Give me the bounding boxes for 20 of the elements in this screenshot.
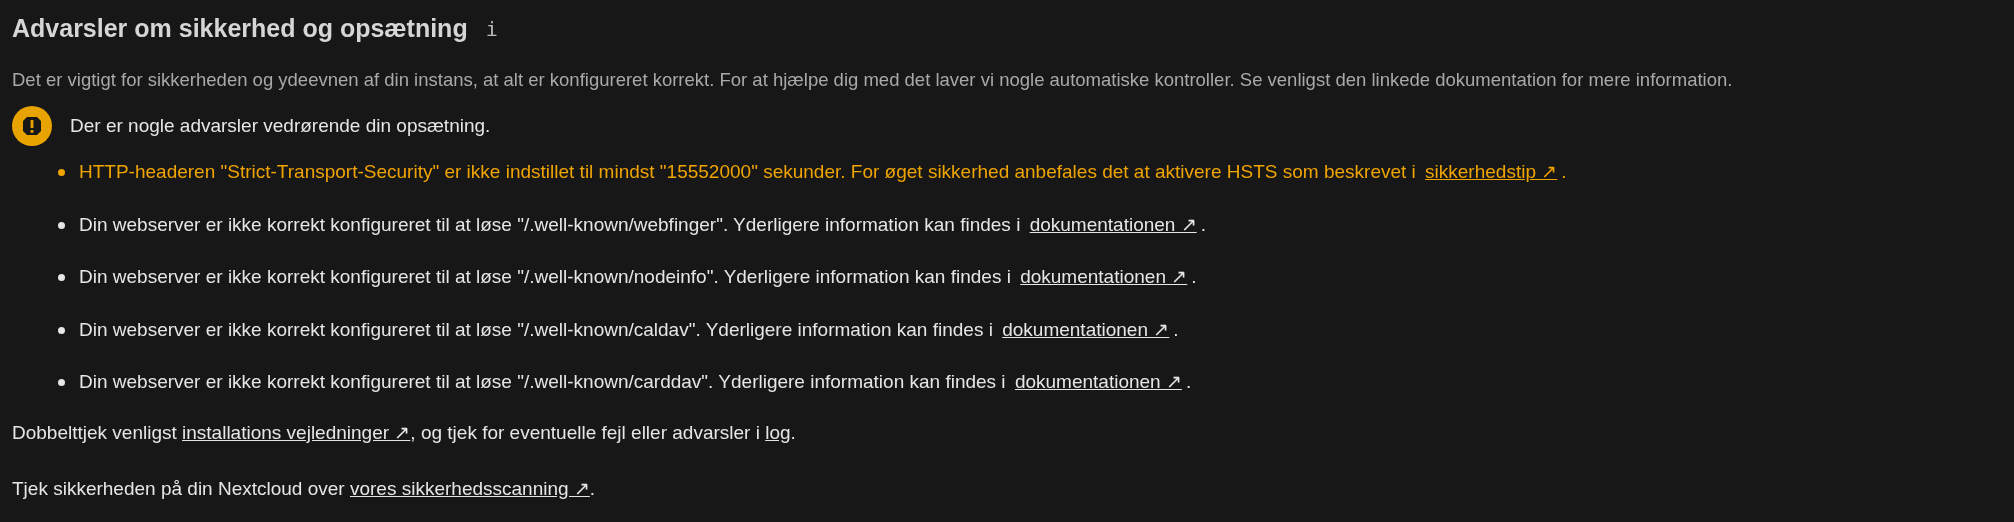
footer-text: Dobbelttjek venligst installations vejledninger ↗, og tjek for eventuelle fejl eller advarsler i log. bbox=[12, 420, 797, 445]
footer-text: Tjek sikkerheden på din Nextcloud over vores sikkerhedsscanning ↗. bbox=[12, 477, 597, 502]
check-message: HTTP-headeren "Strict-Transport-Security" er ikke indstillet til mindst "15552000" sekunder. For øget sikkerhed anbefales det at aktivere HSTS som beskrevet i sikkerhedstip ↗ . bbox=[79, 160, 1567, 185]
check-message: Din webserver er ikke korrekt konfigureret til at løse "/.well-known/carddav". Yderligere information kan findes i dokumentationen ↗ . bbox=[79, 370, 1192, 395]
check-message: Din webserver er ikke korrekt konfigureret til at løse "/.well-known/webfinger". Yderligere information kan findes i dokumentationen ↗ . bbox=[79, 212, 1206, 237]
footer-link[interactable]: vores sikkerhedsscanning ↗ bbox=[349, 478, 590, 500]
description-text: Det er vigtigt for sikkerheden og ydeevnen af din instans, at alt er konfigureret korrekt. For at hjælpe dig med det laver vi nogle automatiske kontroller. Se venligst den linkede dokumentation for mere information. bbox=[12, 67, 1734, 92]
documentation-link[interactable]: dokumentationen ↗ bbox=[1002, 318, 1170, 340]
documentation-link[interactable]: dokumentationen ↗ bbox=[1020, 266, 1188, 288]
documentation-link[interactable]: dokumentationen ↗ bbox=[1029, 213, 1197, 235]
documentation-link[interactable]: sikkerhedstip ↗ bbox=[1425, 161, 1558, 183]
info-icon[interactable]: i bbox=[485, 13, 498, 44]
check-message: Din webserver er ikke korrekt konfigureret til at løse "/.well-known/nodeinfo". Yderligere information kan findes i dokumentationen ↗ . bbox=[79, 265, 1197, 290]
warning-icon bbox=[12, 106, 52, 147]
footer-link[interactable]: log bbox=[765, 421, 791, 443]
section-heading: Advarsler om sikkerhed og opsætning bbox=[12, 13, 468, 44]
summary-text: Der er nogle advarsler vedrørende din opsætning. bbox=[70, 114, 491, 138]
check-message: Din webserver er ikke korrekt konfigureret til at løse "/.well-known/caldav". Yderligere information kan findes i dokumentationen ↗ . bbox=[79, 317, 1179, 342]
footer-link[interactable]: installations vejledninger ↗ bbox=[182, 421, 411, 443]
documentation-link[interactable]: dokumentationen ↗ bbox=[1014, 371, 1182, 393]
